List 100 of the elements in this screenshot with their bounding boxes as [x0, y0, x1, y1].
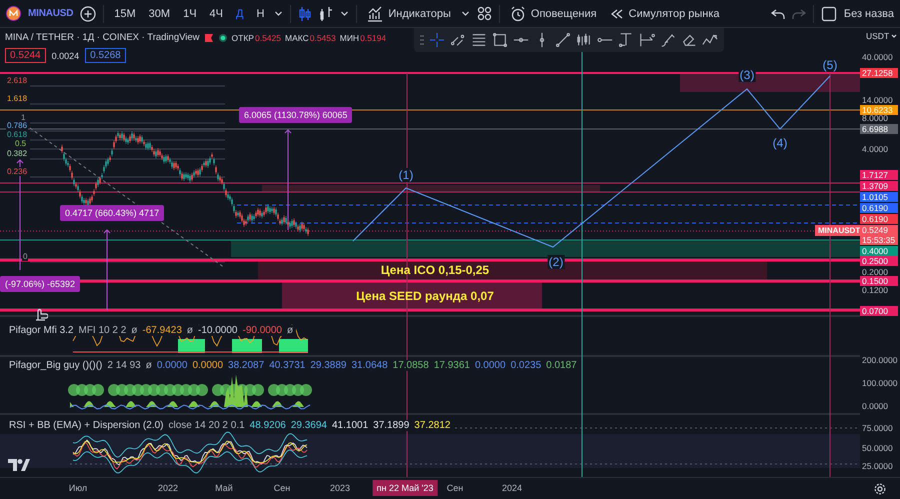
indicator-name[interactable]: RSI + BB (EMA) + Dispersion (2.0): [9, 420, 164, 431]
time-tick-label: 2023: [330, 483, 350, 493]
wave-label: (2): [548, 255, 564, 269]
add-icon[interactable]: [80, 6, 96, 22]
alerts-button[interactable]: Оповещения: [506, 4, 600, 24]
flag-icon[interactable]: [204, 32, 214, 42]
interval-button[interactable]: Н: [253, 6, 268, 22]
price-tick-label: 0.0000: [862, 401, 888, 411]
indicator-name[interactable]: Pifagor_Big guy ()()(): [9, 360, 102, 371]
grid-icon[interactable]: [476, 6, 492, 21]
price-tag-value: 0.6190: [862, 214, 889, 224]
rectangle-icon[interactable]: [492, 32, 508, 48]
chart-title[interactable]: MINA / TETHER · 1Д · COINEX · TradingView: [5, 32, 200, 43]
candles-icon[interactable]: [298, 6, 312, 22]
eraser-icon[interactable]: [681, 32, 697, 48]
indicator-value: ø: [131, 325, 138, 336]
ohlc-label: ОТКР: [232, 32, 254, 42]
price-tick-label: 25.0000: [862, 461, 893, 471]
currency-label[interactable]: USDT: [866, 31, 890, 41]
status-dot-icon: [218, 32, 228, 42]
caret-icon[interactable]: [340, 9, 350, 18]
tv-logo-icon[interactable]: [8, 458, 30, 472]
diagonal-line-icon[interactable]: [555, 32, 571, 48]
interval-button[interactable]: Д: [232, 6, 246, 22]
wave-label: (3): [738, 68, 756, 82]
wave-label: (5): [822, 58, 838, 72]
symbol-price-tag: MINAUSDT: [815, 225, 860, 236]
indicator-value: 0.0000: [156, 360, 188, 371]
layout-name[interactable]: Без назва: [844, 8, 894, 20]
interval-button[interactable]: 15M: [111, 6, 139, 22]
symbol-name[interactable]: MINAUSD: [28, 8, 74, 19]
time-tick-label: Сен: [446, 483, 464, 493]
price-tick-label: 75.0000: [862, 423, 893, 433]
price-tag-value: 27.1258: [862, 68, 894, 78]
interval-button[interactable]: 1Ч: [180, 6, 200, 22]
price-tag-value: 10.6233: [862, 105, 894, 115]
indicator-value: 38.2087: [228, 360, 264, 371]
price-tick-label: 40.0000: [862, 52, 893, 62]
price-tag-value: 1.7127: [862, 170, 889, 180]
brush-icon[interactable]: [660, 32, 676, 48]
caret-icon[interactable]: [274, 9, 284, 18]
buy-price-box[interactable]: 0.5268: [85, 48, 126, 63]
indicator-value: 0.0000: [474, 360, 506, 371]
indicator-value: 0.0235: [510, 360, 542, 371]
measurement-label: 0.4717 (660.43%) 4717: [60, 205, 164, 221]
indicator-value: 37.2812: [414, 420, 450, 431]
fib-level-label: 0.382: [6, 149, 28, 158]
price-tick-label: 200.0000: [862, 355, 898, 365]
bars-icon[interactable]: [319, 6, 334, 22]
time-tick-label: Май: [215, 483, 233, 493]
ohlc-value: 0.5194: [360, 32, 386, 42]
price-tag-value: 0.4000: [862, 246, 889, 256]
price-tag-value: 6.6988: [862, 124, 889, 134]
time-tick-label: Июл: [68, 483, 88, 493]
indicator-name[interactable]: Pifagor Mfi 3.2: [9, 325, 74, 336]
date-range-icon[interactable]: [639, 32, 655, 48]
fib-level-label: 2.618: [6, 76, 28, 85]
indicator-value: 17.0858: [392, 360, 429, 371]
indicator-params: 2 14 93: [107, 360, 141, 371]
indicator-params: MFI 10 2 2: [78, 325, 126, 336]
measurement-label: (-97.06%) -65392: [0, 276, 80, 292]
rewind-icon: [610, 8, 624, 20]
interval-button[interactable]: 4Ч: [206, 6, 226, 22]
settings-icon[interactable]: [874, 482, 886, 494]
caret-icon[interactable]: [460, 9, 470, 18]
indicators-button[interactable]: Индикаторы: [364, 4, 454, 24]
ohlc-label: МИН: [340, 32, 360, 42]
indicator-value: ø: [186, 325, 193, 336]
indicator-value: 29.3889: [310, 360, 346, 371]
candles-pattern-icon[interactable]: [576, 32, 592, 48]
replay-button[interactable]: Симулятор рынка: [606, 6, 723, 22]
interval-button[interactable]: 30M: [146, 6, 174, 22]
price-tag-value: 0.6190: [862, 203, 889, 213]
ohlc-label: МАКС: [284, 32, 309, 42]
price-tick-label: 100.0000: [862, 378, 898, 388]
indicator-value: 41.1001: [332, 420, 368, 431]
price-tag-value: 0.5249: [862, 225, 889, 235]
price-tick-label: 50.0000: [862, 443, 893, 453]
price-range-icon[interactable]: [618, 32, 634, 48]
indicator-value: 0.0000: [192, 360, 224, 371]
line-tool-icon[interactable]: [450, 32, 466, 48]
square-icon[interactable]: [820, 6, 837, 22]
time-tick-label: 2024: [502, 483, 522, 493]
currency-selector[interactable]: USDT: [866, 31, 898, 41]
bar-countdown: 15:53:35: [862, 235, 896, 245]
sell-price-box[interactable]: 0.5244: [5, 48, 46, 63]
fib-level-label: 0.618: [6, 130, 28, 139]
undo-icon[interactable]: [770, 8, 785, 20]
caret-icon[interactable]: [891, 34, 898, 38]
price-tick-label: 4.0000: [862, 144, 888, 154]
alarm-clock-icon: [510, 6, 526, 22]
price-tag-value: 1.0105: [862, 192, 889, 202]
indicator-value: -67.9423: [142, 325, 182, 336]
horizontal-lines-icon[interactable]: [471, 32, 487, 48]
indicator-params: close 14 20 2 0.1: [168, 420, 245, 431]
grip-icon[interactable]: [420, 34, 424, 46]
indicator-value: 0.0187: [546, 360, 577, 371]
crosshair-icon[interactable]: [429, 32, 445, 48]
indicator-value: 48.9206: [250, 420, 286, 431]
price-tag-value: 0.2500: [862, 256, 889, 266]
